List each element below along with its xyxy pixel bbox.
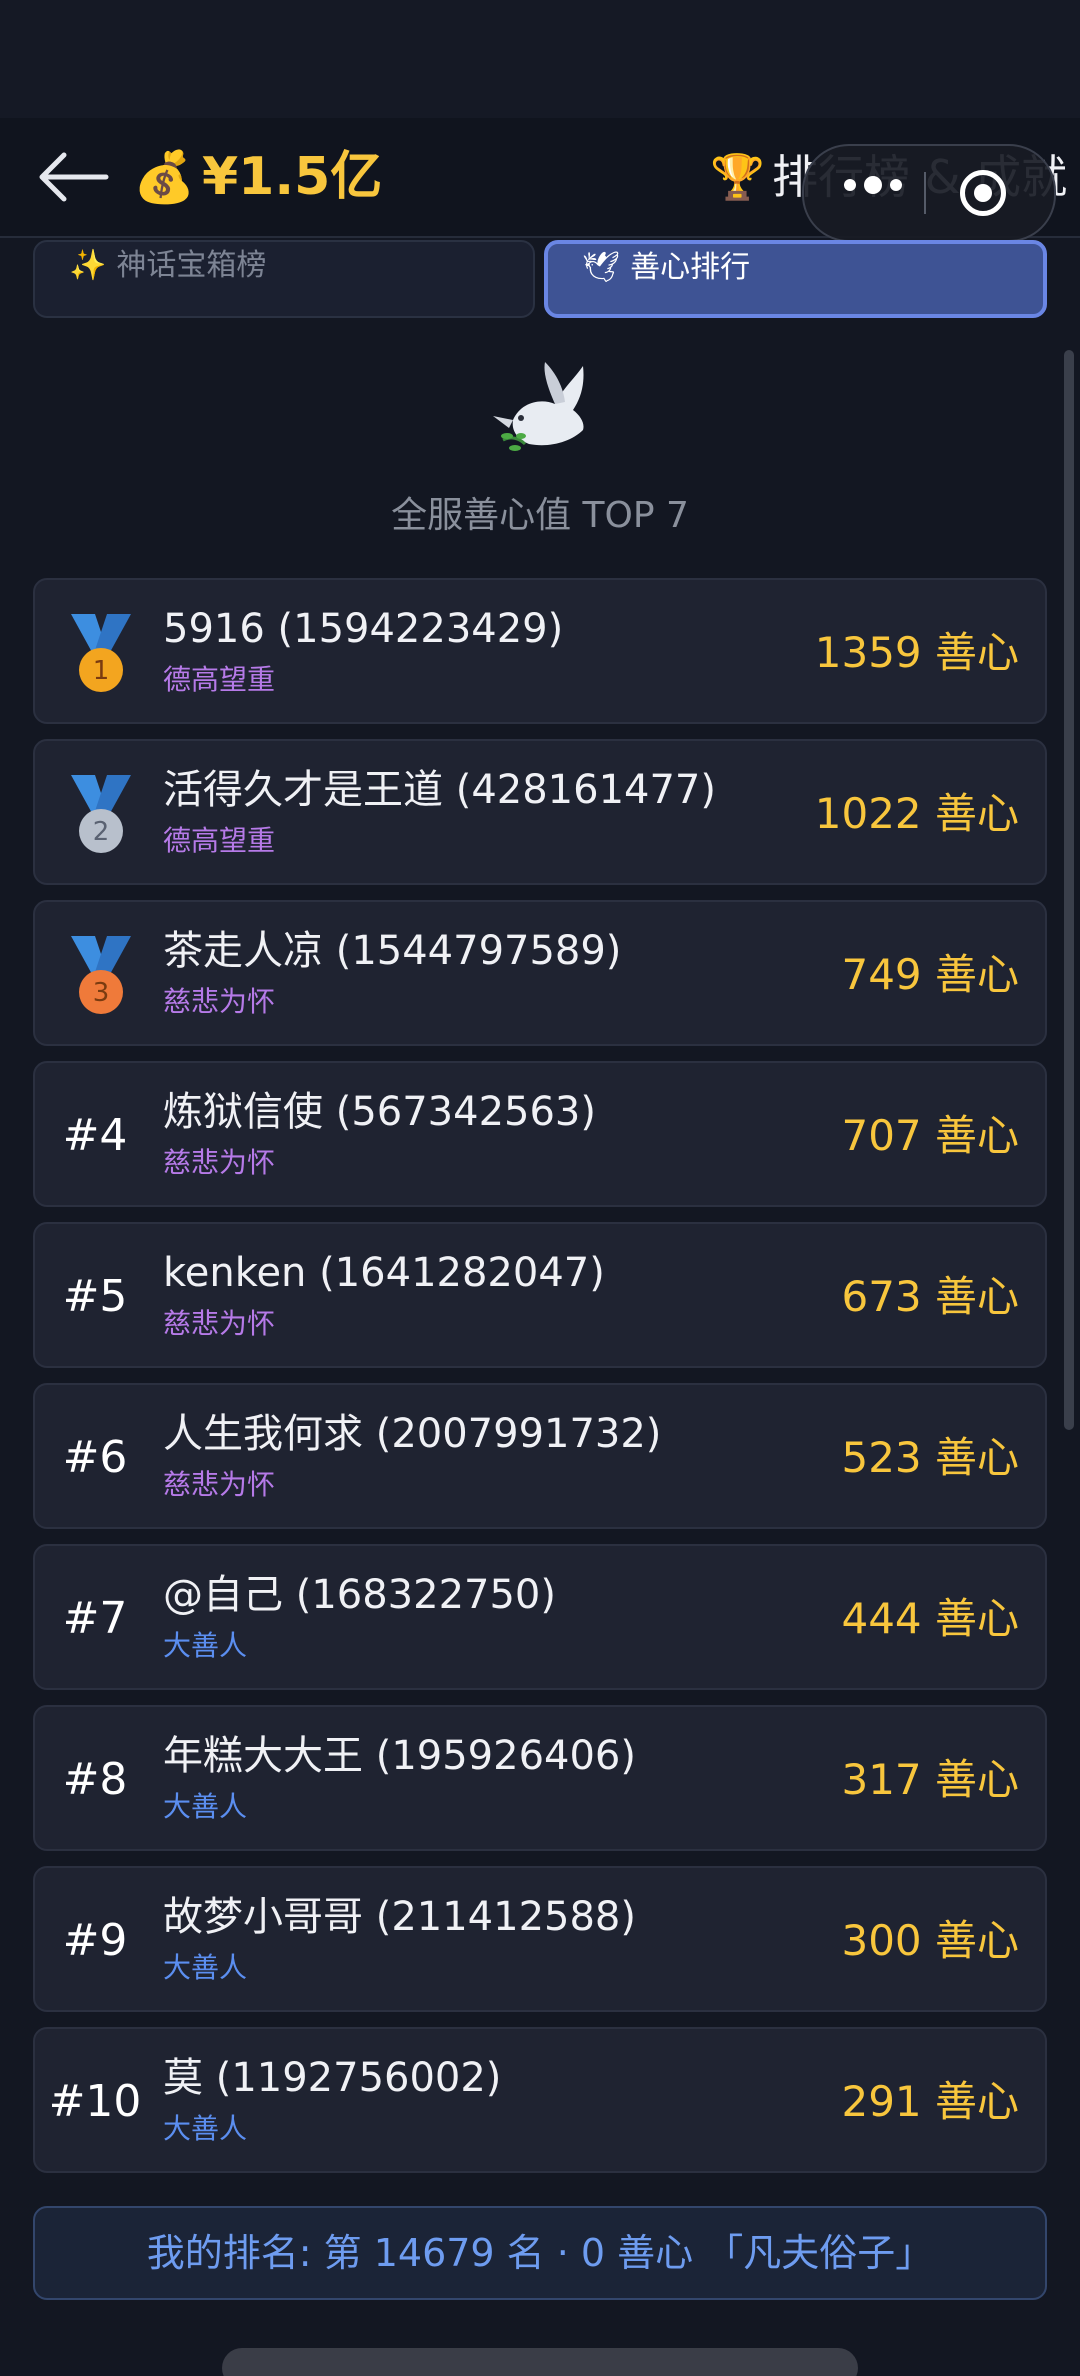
tab-label: 善心排行 [630,250,751,285]
player-title: 大善人 [163,1629,248,1662]
player-title: 慈悲为怀 [163,1468,276,1501]
rank-number: #8 [62,1754,128,1805]
player-title: 大善人 [163,1790,248,1823]
money-amount: ¥1.5亿 [202,147,383,207]
tab-label: 神话宝箱榜 [116,248,267,283]
ranking-row[interactable]: #4 炼狱信使 (567342563) 慈悲为怀 707 善心 [33,1061,1047,1207]
ranking-row[interactable]: #6 人生我何求 (2007991732) 慈悲为怀 523 善心 [33,1383,1047,1529]
rank-number: #10 [48,2076,142,2127]
mini-program-capsule [802,144,1056,242]
ranking-row[interactable]: #8 年糕大大王 (195926406) 大善人 317 善心 [33,1705,1047,1851]
player-name: 年糕大大王 (195926406) [163,1733,636,1779]
capsule-divider [924,172,926,214]
medal-icon: 1 [71,614,131,692]
more-menu-icon[interactable] [844,176,914,206]
section-title: 全服善心值 TOP 7 [391,495,689,536]
status-bar [0,0,1080,118]
dove-icon: 🕊 [582,250,621,285]
trophy-icon: 🏆 [710,152,765,203]
close-miniprogram-icon[interactable] [960,170,1006,216]
kindness-score: 317 善心 [841,1755,1019,1804]
ranking-row[interactable]: #9 故梦小哥哥 (211412588) 大善人 300 善心 [33,1866,1047,2012]
kindness-score: 673 善心 [841,1272,1019,1321]
medal-number: 2 [93,817,110,847]
player-title: 大善人 [163,1951,248,1984]
ranking-row[interactable]: 2 活得久才是王道 (428161477) 德高望重 1022 善心 [33,739,1047,885]
player-title: 德高望重 [163,663,276,696]
player-title: 慈悲为怀 [163,985,276,1018]
player-name: 5916 (1594223429) [163,606,564,652]
ranking-row[interactable]: 3 茶走人凉 (1544797589) 慈悲为怀 749 善心 [33,900,1047,1046]
rank-number: #4 [62,1110,128,1161]
kindness-score: 523 善心 [841,1433,1019,1482]
home-indicator[interactable] [222,2348,858,2376]
kindness-score: 444 善心 [841,1594,1019,1643]
player-name: 人生我何求 (2007991732) [163,1411,662,1457]
app-screen: 💰 ¥1.5亿 🏆 排行榜 & 成就 ✨ 神话宝箱榜 🕊 善心排行 全服善心值 TO… [0,0,1080,2376]
player-title: 大善人 [163,2112,248,2145]
ranking-row[interactable]: 1 5916 (1594223429) 德高望重 1359 善心 [33,578,1047,724]
player-name: kenken (1641282047) [163,1250,605,1296]
rank-number: #7 [62,1593,128,1644]
player-name: @自己 (168322750) [163,1572,556,1618]
tab-kindness-ranking[interactable]: 🕊 善心排行 [544,240,1047,318]
player-name: 炼狱信使 (567342563) [163,1089,596,1135]
player-name: 莫 (1192756002) [163,2055,502,2101]
kindness-score: 300 善心 [841,1916,1019,1965]
kindness-score: 1022 善心 [814,789,1019,838]
medal-number: 1 [93,656,110,686]
medal-number: 3 [93,978,110,1008]
back-arrow-icon[interactable] [34,144,112,210]
my-rank-banner: 我的排名: 第 14679 名 · 0 善心 「凡夫俗子」 [33,2206,1047,2300]
player-name: 茶走人凉 (1544797589) [163,928,622,974]
ranking-row[interactable]: #10 莫 (1192756002) 大善人 291 善心 [33,2027,1047,2173]
player-title: 慈悲为怀 [163,1146,276,1179]
ranking-row[interactable]: #7 @自己 (168322750) 大善人 444 善心 [33,1544,1047,1690]
rank-number: #6 [62,1432,128,1483]
kindness-score: 707 善心 [841,1111,1019,1160]
kindness-score: 749 善心 [841,950,1019,999]
kindness-score: 291 善心 [841,2077,1019,2126]
money-bag-icon: 💰 [133,148,196,206]
kindness-score: 1359 善心 [814,628,1019,677]
rank-number: #9 [62,1915,128,1966]
player-name: 活得久才是王道 (428161477) [163,767,716,813]
dove-icon [493,362,584,451]
ranking-row[interactable]: #5 kenken (1641282047) 慈悲为怀 673 善心 [33,1222,1047,1368]
medal-icon: 3 [71,936,131,1014]
medal-icon: 2 [71,775,131,853]
player-title: 德高望重 [163,824,276,857]
tab-mythic-chest[interactable]: ✨ 神话宝箱榜 [33,240,535,318]
rank-number: #5 [62,1271,128,1322]
top-header: 💰 ¥1.5亿 🏆 排行榜 & 成就 [0,118,1080,242]
player-title: 慈悲为怀 [163,1307,276,1340]
sparkle-icon: ✨ [69,248,107,283]
player-name: 故梦小哥哥 (211412588) [163,1894,636,1940]
